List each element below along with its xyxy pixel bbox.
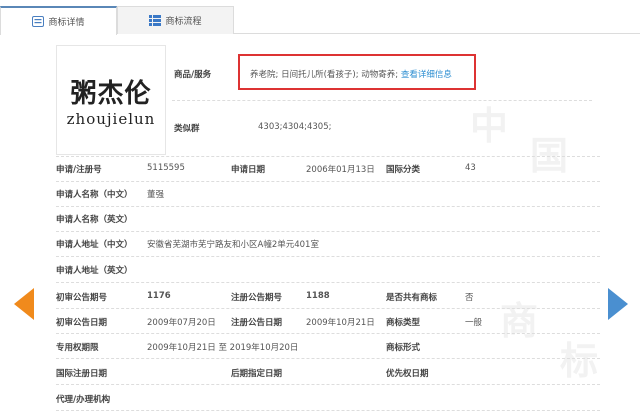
reg-pub-date-value: 2009年10月21日 (306, 318, 375, 328)
intl-class-label: 国际分类 (386, 165, 421, 175)
name-en-label: 申请人名称（英文） (56, 215, 133, 225)
tab-label: 商标流程 (165, 17, 202, 27)
prelim-no-label: 初审公告期号 (56, 293, 108, 303)
intl-reg-date-label: 国际注册日期 (56, 369, 108, 379)
app-date-label: 申请日期 (231, 165, 266, 175)
name-cn-value: 董强 (147, 190, 165, 200)
prelim-date-value: 2009年07月20日 (147, 318, 216, 328)
term-label: 专用权期限 (56, 343, 99, 353)
addr-en-label: 申请人地址（英文） (56, 266, 133, 276)
view-details-link[interactable]: 查看详细信息 (401, 70, 452, 80)
agent-label: 代理/办理机构 (56, 395, 111, 405)
trademark-text-en: zhoujielun (66, 109, 156, 128)
shared-label: 是否共有商标 (386, 293, 438, 303)
similar-value: 4303;4304;4305; (258, 122, 332, 132)
prelim-no-value: 1176 (147, 291, 171, 301)
shared-value: 否 (465, 293, 474, 303)
intl-class-value: 43 (465, 163, 476, 173)
tab-label: 商标详情 (48, 18, 85, 28)
goods-value: 养老院; 日间托儿所(看孩子); 动物寄养; 查看详细信息 (250, 70, 452, 80)
tm-form-label: 商标形式 (386, 343, 421, 353)
goods-label: 商品/服务 (174, 70, 212, 80)
tab-trademark-details[interactable]: 商标详情 (0, 6, 117, 35)
next-arrow-icon[interactable] (608, 288, 628, 320)
priority-date-label: 优先权日期 (386, 369, 429, 379)
tab-trademark-process[interactable]: 商标流程 (117, 6, 234, 34)
addr-cn-label: 申请人地址（中文） (56, 240, 133, 250)
reg-pub-no-label: 注册公告期号 (231, 293, 283, 303)
list-icon (149, 15, 162, 26)
similar-label: 类似群 (174, 124, 200, 134)
trademark-text-cn: 粥杰伦 (70, 78, 152, 109)
list-doc-icon (32, 16, 45, 27)
app-date-value: 2006年01月13日 (306, 165, 375, 175)
term-value: 2009年10月21日 至 2019年10月20日 (147, 343, 299, 353)
reg-no-value: 5115595 (147, 163, 185, 173)
name-cn-label: 申请人名称（中文） (56, 190, 133, 200)
addr-cn-value: 安徽省芜湖市芜宁路友和小区A幢2单元401室 (147, 240, 319, 250)
tm-type-label: 商标类型 (386, 318, 421, 328)
prev-arrow-icon[interactable] (14, 288, 34, 320)
later-date-label: 后期指定日期 (231, 369, 283, 379)
tab-bar: 商标详情 商标流程 (0, 6, 640, 35)
prelim-date-label: 初审公告日期 (56, 318, 108, 328)
trademark-image: 粥杰伦 zhoujielun (56, 45, 166, 155)
tm-type-value: 一般 (465, 318, 483, 328)
reg-pub-date-label: 注册公告日期 (231, 318, 283, 328)
reg-no-label: 申请/注册号 (56, 165, 102, 175)
reg-pub-no-value: 1188 (306, 291, 330, 301)
